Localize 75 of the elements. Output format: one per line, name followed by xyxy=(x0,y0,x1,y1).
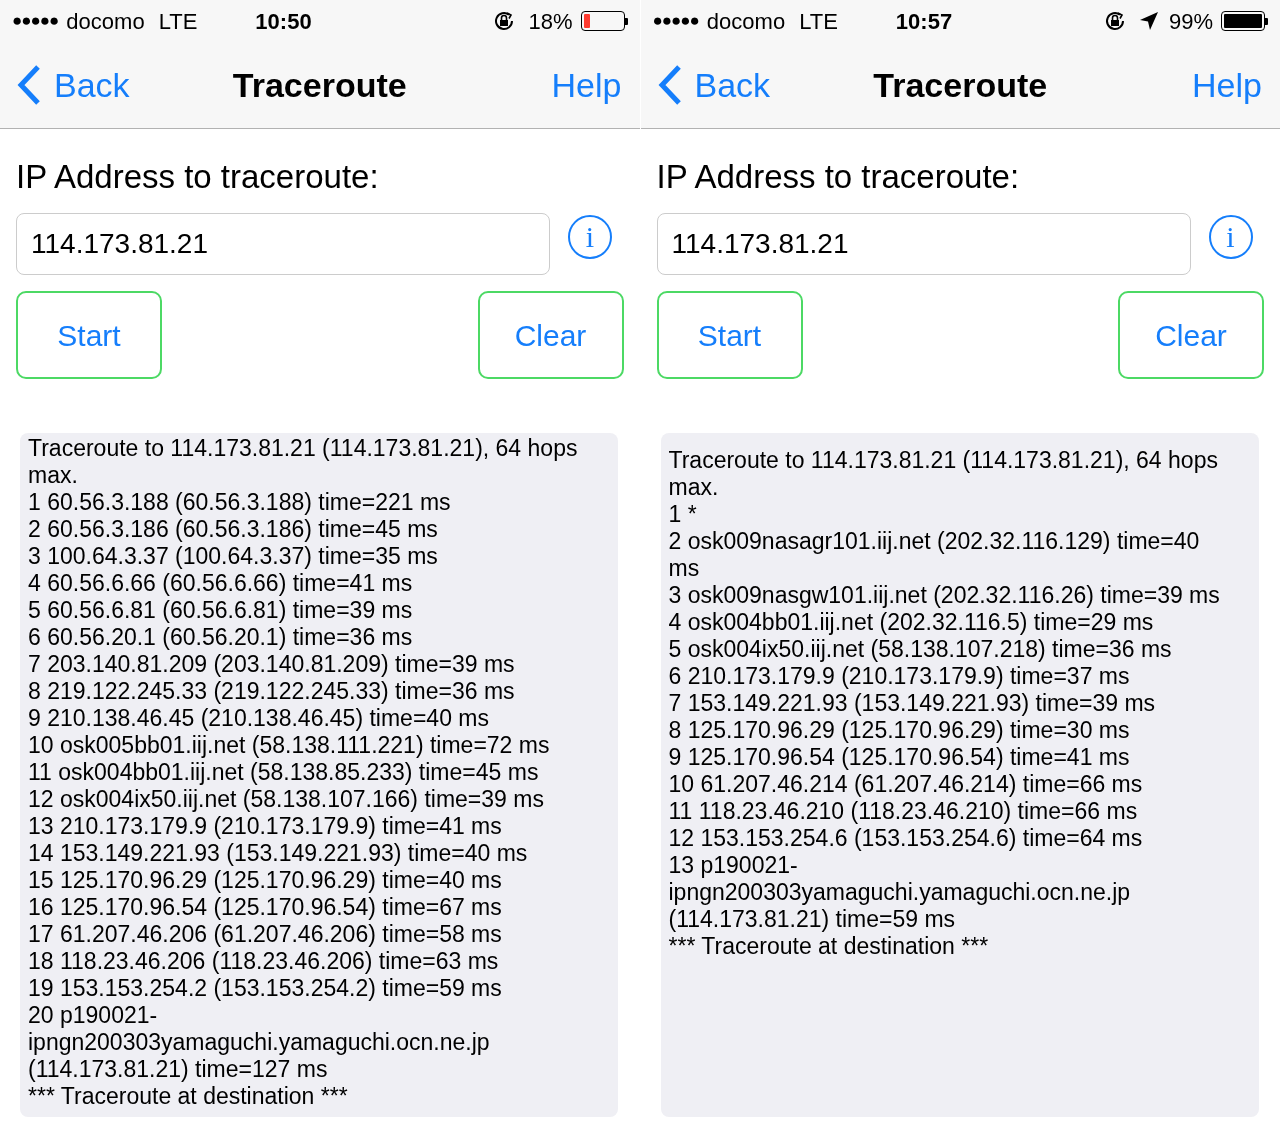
chevron-left-icon xyxy=(16,64,42,106)
screen-title: Traceroute xyxy=(873,64,1048,106)
output-line: 9 125.170.96.54 (125.170.96.54) time=41 ms xyxy=(668,744,1130,771)
output-line: 9 210.138.46.45 (210.138.46.45) time=40 ms xyxy=(28,705,489,732)
back-button[interactable]: Back xyxy=(656,59,771,111)
output-line: 12 osk004ix50.iij.net (58.138.107.166) time=39 ms xyxy=(28,786,544,813)
output-line: max. xyxy=(668,474,719,501)
output-line: (114.173.81.21) time=127 ms xyxy=(28,1056,328,1083)
output-line: 3 100.64.3.37 (100.64.3.37) time=35 ms xyxy=(28,543,438,570)
output-line: ipngn200303yamaguchi.yamaguchi.ocn.ne.jp xyxy=(668,879,1131,906)
output-line: 8 219.122.245.33 (219.122.245.33) time=36 ms xyxy=(28,678,515,705)
output-line: 2 60.56.3.186 (60.56.3.186) time=45 ms xyxy=(28,516,438,543)
battery-icon xyxy=(580,11,628,31)
output-line: 11 osk004bb01.iij.net (58.138.85.233) time=45 ms xyxy=(28,759,539,786)
output-line: 5 60.56.6.81 (60.56.6.81) time=39 ms xyxy=(28,597,413,624)
info-button[interactable]: i xyxy=(568,215,612,259)
output-line: 11 118.23.46.210 (118.23.46.210) time=66 ms xyxy=(668,798,1138,825)
clear-button[interactable]: Clear xyxy=(477,291,624,379)
output-line: 17 61.207.46.206 (61.207.46.206) time=58 ms xyxy=(28,921,502,948)
output-line: 7 153.149.221.93 (153.149.221.93) time=39 ms xyxy=(668,690,1156,717)
carrier-name: docomo xyxy=(66,7,145,36)
clock-time: 10:50 xyxy=(255,7,312,36)
field-label: IP Address to traceroute: xyxy=(656,157,1021,197)
back-button[interactable]: Back xyxy=(16,59,130,111)
output-line: (114.173.81.21) time=59 ms xyxy=(668,906,956,933)
output-line: *** Traceroute at destination *** xyxy=(28,1083,348,1110)
output-line: 1 60.56.3.188 (60.56.3.188) time=221 ms xyxy=(28,489,451,516)
output-line: 4 60.56.6.66 (60.56.6.66) time=41 ms xyxy=(28,570,413,597)
output-line: 13 210.173.179.9 (210.173.179.9) time=41 ms xyxy=(28,813,502,840)
help-button[interactable]: Help xyxy=(1192,59,1264,111)
output-line: max. xyxy=(28,462,78,489)
screen-title: Traceroute xyxy=(232,64,407,106)
output-line: 5 osk004ix50.iij.net (58.138.107.218) time=36 ms xyxy=(668,636,1172,663)
output-line: 7 203.140.81.209 (203.140.81.209) time=39 ms xyxy=(28,651,515,678)
info-button[interactable]: i xyxy=(1208,215,1253,259)
clock-time: 10:57 xyxy=(895,7,953,36)
network-type: LTE xyxy=(799,7,838,36)
output-line: *** Traceroute at destination *** xyxy=(668,933,989,960)
battery-percent: 99% xyxy=(1168,7,1213,36)
clear-button[interactable]: Clear xyxy=(1118,291,1264,379)
start-button[interactable]: Start xyxy=(16,291,162,379)
output-line: 14 153.149.221.93 (153.149.221.93) time=40 ms xyxy=(28,840,528,867)
output-line: 2 osk009nasagr101.iij.net (202.32.116.129) time=40 xyxy=(668,528,1200,555)
output-line: 6 60.56.20.1 (60.56.20.1) time=36 ms xyxy=(28,624,413,651)
output-line: 6 210.173.179.9 (210.173.179.9) time=37 ms xyxy=(668,663,1130,690)
output-line: 3 osk009nasgw101.iij.net (202.32.116.26) time=39 ms xyxy=(668,582,1220,609)
address-field[interactable]: 114.173.81.21 xyxy=(656,213,1191,275)
network-type: LTE xyxy=(158,7,198,36)
output-line: 10 61.207.46.214 (61.207.46.214) time=66 ms xyxy=(668,771,1143,798)
output-line: 15 125.170.96.29 (125.170.96.29) time=40 ms xyxy=(28,867,502,894)
output-line: 13 p190021- xyxy=(668,852,798,879)
start-button[interactable]: Start xyxy=(656,291,803,379)
signal-strength: ●●●●● xyxy=(652,10,699,33)
output-line: 19 153.153.254.2 (153.153.254.2) time=59 ms xyxy=(28,975,502,1002)
output-line: Traceroute to 114.173.81.21 (114.173.81.21), 64 hops xyxy=(28,435,578,462)
output-line: 20 p190021- xyxy=(28,1002,158,1029)
signal-strength: ●●●●● xyxy=(12,10,59,33)
address-field[interactable]: 114.173.81.21 xyxy=(16,213,550,275)
output-line: 8 125.170.96.29 (125.170.96.29) time=30 ms xyxy=(668,717,1130,744)
output-line: 12 153.153.254.6 (153.153.254.6) time=64 ms xyxy=(668,825,1143,852)
output-line: Traceroute to 114.173.81.21 (114.173.81.21), 64 hops xyxy=(668,447,1218,474)
output-line: 10 osk005bb01.iij.net (58.138.111.221) time=72 ms xyxy=(28,732,550,759)
help-button[interactable]: Help xyxy=(551,59,624,111)
output-line: ms xyxy=(668,555,700,582)
chevron-left-icon xyxy=(656,64,683,106)
output-line: ipngn200303yamaguchi.yamaguchi.ocn.ne.jp xyxy=(28,1029,490,1056)
output-line: 18 118.23.46.206 (118.23.46.206) time=63 ms xyxy=(28,948,499,975)
battery-percent: 18% xyxy=(528,7,573,36)
location-arrow-icon xyxy=(1138,11,1159,31)
output-line: 16 125.170.96.54 (125.170.96.54) time=67 ms xyxy=(28,894,502,921)
output-line: 1 * xyxy=(668,501,697,528)
battery-icon xyxy=(1221,11,1268,31)
field-label: IP Address to traceroute: xyxy=(16,157,380,197)
output-line: 4 osk004bb01.iij.net (202.32.116.5) time=29 ms xyxy=(668,609,1154,636)
carrier-name: docomo xyxy=(706,7,786,36)
